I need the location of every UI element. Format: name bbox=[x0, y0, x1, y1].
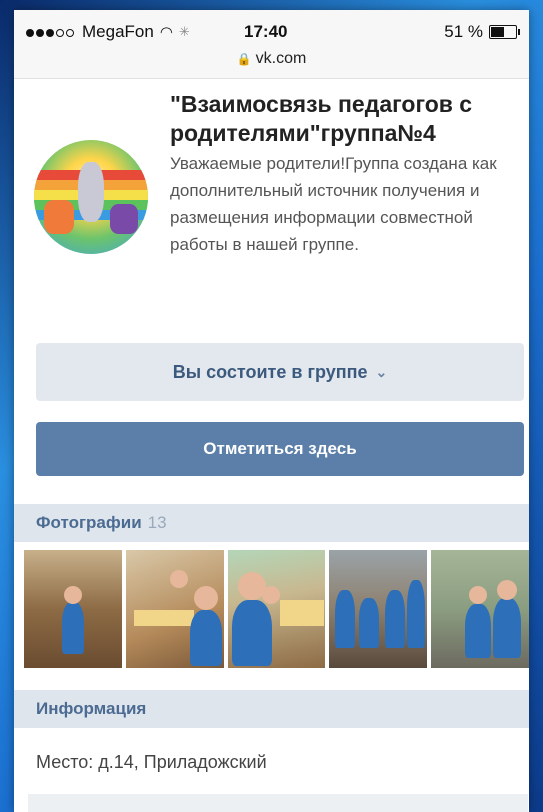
photos-section-header[interactable]: Фотографии 13 bbox=[14, 504, 529, 542]
info-section-header[interactable]: Информация bbox=[14, 690, 529, 728]
photos-label: Фотографии bbox=[36, 513, 142, 532]
next-item-bar bbox=[28, 794, 528, 812]
group-title: "Взаимосвязь педагогов с родителями"груп… bbox=[170, 91, 473, 146]
photo-strip bbox=[24, 550, 529, 668]
membership-label: Вы состоите в группе bbox=[172, 361, 368, 382]
photo-thumbnail[interactable] bbox=[431, 550, 529, 668]
clock: 17:40 bbox=[244, 22, 288, 41]
photos-count: 13 bbox=[147, 513, 167, 532]
signal-dots-icon bbox=[26, 22, 76, 42]
lock-icon: 🔒 bbox=[236, 52, 252, 66]
group-avatar[interactable] bbox=[34, 140, 148, 254]
address-bar[interactable]: 🔒 vk.com bbox=[14, 50, 529, 68]
group-description: Уважаемые родители!Группа создана как до… bbox=[170, 154, 497, 254]
checkin-label: Отметиться здесь bbox=[203, 439, 357, 458]
chevron-down-icon: ⌄ bbox=[375, 363, 388, 380]
photo-thumbnail[interactable] bbox=[125, 550, 224, 668]
photo-thumbnail[interactable] bbox=[329, 550, 428, 668]
battery-percent: 51 % bbox=[444, 22, 483, 41]
status-bar: MegaFon ◠ ✳ 17:40 51 % 🔒 vk.com bbox=[14, 10, 529, 79]
photo-thumbnail[interactable] bbox=[24, 550, 122, 668]
phone-screen: MegaFon ◠ ✳ 17:40 51 % 🔒 vk.com "Взаимосв… bbox=[14, 10, 529, 812]
carrier-name: MegaFon bbox=[82, 22, 154, 41]
activity-icon: ✳ bbox=[178, 24, 190, 39]
photo-thumbnail[interactable] bbox=[227, 550, 326, 668]
place-info: Место: д.14, Приладожский bbox=[36, 752, 267, 772]
wifi-icon: ◠ bbox=[159, 24, 173, 41]
url-text: vk.com bbox=[255, 50, 307, 67]
battery-icon bbox=[489, 25, 520, 39]
membership-button[interactable]: Вы состоите в группе ⌄ bbox=[36, 343, 524, 401]
checkin-button[interactable]: Отметиться здесь bbox=[36, 422, 524, 476]
info-label: Информация bbox=[36, 699, 147, 718]
